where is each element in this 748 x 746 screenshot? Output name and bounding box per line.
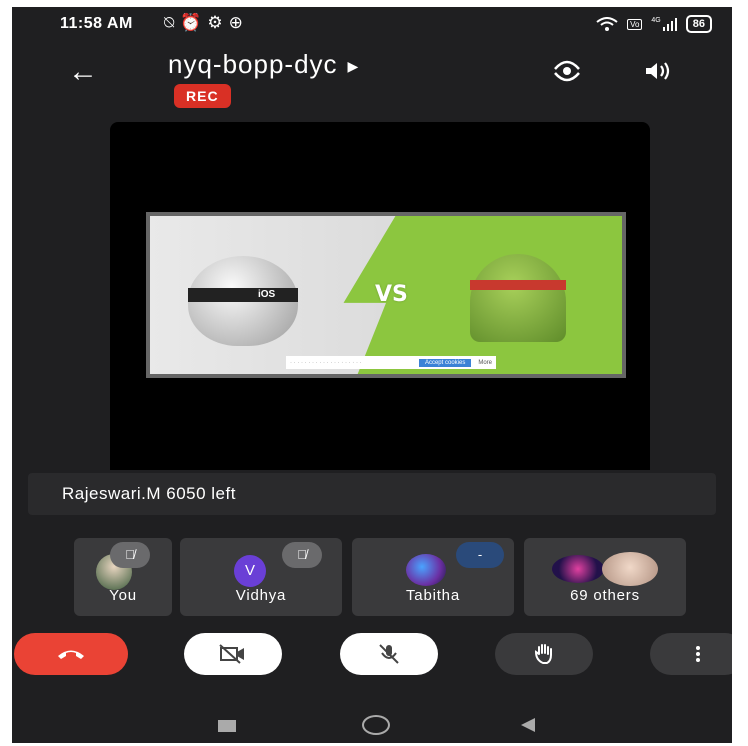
- avatar: [406, 554, 446, 586]
- hang-up-icon: [58, 650, 84, 659]
- meeting-title[interactable]: nyq-bopp-dyc ▶: [168, 49, 359, 80]
- mute-notifications-icon: ⍉: [164, 13, 181, 32]
- cookie-text: · · · · · · · · · · · · · · · · · · · ·: [290, 359, 362, 366]
- more-vert-icon: [696, 646, 700, 662]
- mic-toggle-button[interactable]: [340, 633, 438, 675]
- end-call-button[interactable]: [14, 633, 128, 675]
- presentation-video[interactable]: iOS VS · · · · · · · · · · · · · · · · ·…: [110, 122, 650, 470]
- android-robot-image: [470, 254, 566, 342]
- participant-left-toast: Rajeswari.M 6050 left: [28, 473, 716, 515]
- participant-name: Vidhya: [235, 587, 287, 604]
- switch-camera-icon[interactable]: [552, 59, 582, 89]
- status-left-icons: ⍉⏰⚙⊕: [164, 13, 249, 33]
- volte-icon: Vo: [627, 18, 643, 30]
- back-nav-icon[interactable]: [520, 717, 536, 738]
- participant-tile-vidhya[interactable]: V 🎙̸ Vidhya: [180, 538, 342, 616]
- cookie-banner: · · · · · · · · · · · · · · · · · · · · …: [286, 356, 496, 369]
- speaking-indicator: -: [456, 542, 504, 568]
- recording-badge: REC: [174, 84, 231, 108]
- meet-call-screen: 11:58 AM ⍉⏰⚙⊕ Vo 4G 86 ← nyq-bopp-dyc ▶ R…: [12, 7, 732, 743]
- mic-muted-icon: 🎙̸: [282, 542, 322, 568]
- status-bar: 11:58 AM ⍉⏰⚙⊕ Vo 4G 86: [12, 7, 732, 41]
- more-options-button[interactable]: [650, 633, 732, 675]
- battery-indicator: 86: [685, 15, 712, 33]
- signal-icon: 4G: [651, 17, 677, 31]
- participant-tile-you[interactable]: 🎙̸ You: [74, 538, 172, 616]
- avatar: V: [234, 555, 266, 587]
- avatar-initial: V: [244, 562, 255, 579]
- raise-hand-button[interactable]: [495, 633, 593, 675]
- back-arrow-icon[interactable]: ←: [68, 57, 98, 87]
- expand-arrow-icon: ▶: [347, 57, 360, 74]
- game-controller-icon: ⊕: [228, 13, 249, 32]
- home-nav-icon[interactable]: [362, 715, 390, 735]
- wifi-icon: [596, 17, 618, 31]
- vs-label: VS: [375, 282, 408, 307]
- cookie-accept-button: Accept cookies: [418, 358, 472, 367]
- alarm-icon: ⏰: [180, 13, 208, 32]
- recents-nav-icon[interactable]: [218, 720, 236, 732]
- avatar: [602, 552, 658, 586]
- hand-icon: [534, 644, 552, 664]
- network-type: 4G: [651, 17, 661, 24]
- participant-tile-tabitha[interactable]: - Tabitha: [352, 538, 514, 616]
- participant-name: 69 others: [570, 587, 640, 604]
- mic-off-icon: [379, 644, 399, 664]
- apple-logo-image: iOS: [188, 256, 298, 346]
- ios-label: iOS: [258, 289, 276, 300]
- status-right-icons: Vo 4G 86: [596, 15, 712, 33]
- settings-gear-icon: ⚙: [207, 13, 229, 32]
- avatar: [552, 555, 604, 583]
- cookie-more-button: More: [478, 359, 492, 366]
- status-time: 11:58 AM: [60, 15, 133, 32]
- meeting-code: nyq-bopp-dyc: [168, 49, 338, 79]
- participant-name: Tabitha: [406, 587, 460, 604]
- camera-toggle-button[interactable]: [184, 633, 282, 675]
- mic-muted-icon: 🎙̸: [110, 542, 150, 568]
- camera-off-icon: [219, 644, 244, 664]
- participant-name: You: [109, 587, 137, 604]
- speaker-icon[interactable]: [644, 59, 672, 89]
- participant-tile-others[interactable]: 69 others: [524, 538, 686, 616]
- shared-slide: iOS VS · · · · · · · · · · · · · · · · ·…: [146, 212, 626, 378]
